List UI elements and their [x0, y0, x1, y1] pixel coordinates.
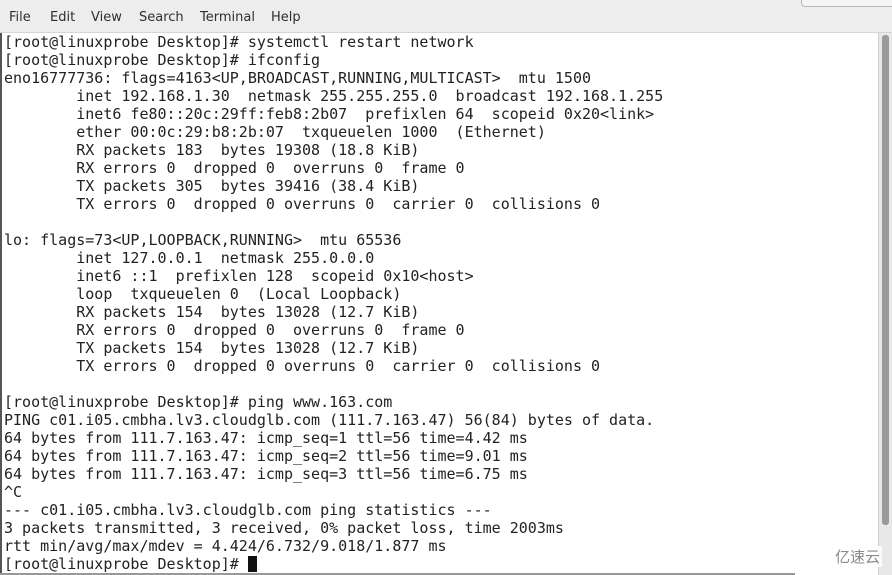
terminal-line: inet6 fe80::20c:29ff:feb8:2b07 prefixlen…: [4, 105, 655, 123]
terminal-line: TX packets 305 bytes 39416 (38.4 KiB): [4, 177, 420, 195]
terminal-line: lo: flags=73<UP,LOOPBACK,RUNNING> mtu 65…: [4, 231, 402, 249]
terminal-line: RX packets 154 bytes 13028 (12.7 KiB): [4, 303, 420, 321]
menu-bar: File Edit View Search Terminal Help: [0, 0, 892, 33]
terminal-line: loop txqueuelen 0 (Local Loopback): [4, 285, 402, 303]
terminal-line: inet 192.168.1.30 netmask 255.255.255.0 …: [4, 87, 664, 105]
menu-help[interactable]: Help: [271, 10, 301, 25]
menu-terminal[interactable]: Terminal: [200, 10, 255, 25]
window-edge: [801, 0, 892, 7]
terminal-line: eno16777736: flags=4163<UP,BROADCAST,RUN…: [4, 69, 591, 87]
terminal-line: [root@linuxprobe Desktop]# ifconfig: [4, 51, 321, 69]
terminal-line: 3 packets transmitted, 3 received, 0% pa…: [4, 519, 564, 537]
menu-search[interactable]: Search: [139, 10, 184, 25]
scrollbar-thumb[interactable]: [882, 35, 889, 525]
terminal-line: RX errors 0 dropped 0 overruns 0 frame 0: [4, 159, 465, 177]
terminal-line: inet6 ::1 prefixlen 128 scopeid 0x10<hos…: [4, 267, 474, 285]
menu-file[interactable]: File: [9, 10, 31, 25]
terminal-line: RX errors 0 dropped 0 overruns 0 frame 0: [4, 321, 465, 339]
terminal-line: 64 bytes from 111.7.163.47: icmp_seq=2 t…: [4, 447, 528, 465]
prompt-line: [root@linuxprobe Desktop]#: [4, 555, 663, 573]
cursor: [247, 556, 257, 572]
terminal-line: ether 00:0c:29:b8:2b:07 txqueuelen 1000 …: [4, 123, 546, 141]
prompt: [root@linuxprobe Desktop]#: [4, 555, 248, 573]
terminal-output[interactable]: [root@linuxprobe Desktop]# systemctl res…: [0, 33, 878, 575]
terminal-line: ^C: [4, 483, 23, 501]
menu-view[interactable]: View: [91, 10, 122, 25]
watermark-logo: 亿速云: [832, 546, 882, 567]
terminal-line: RX packets 183 bytes 19308 (18.8 KiB): [4, 141, 420, 159]
terminal-line: 64 bytes from 111.7.163.47: icmp_seq=3 t…: [4, 465, 528, 483]
terminal-line: [root@linuxprobe Desktop]# systemctl res…: [4, 33, 474, 51]
terminal-line: PING c01.i05.cmbha.lv3.cloudglb.com (111…: [4, 411, 655, 429]
terminal-line: TX packets 154 bytes 13028 (12.7 KiB): [4, 339, 420, 357]
terminal-line: [root@linuxprobe Desktop]# ping www.163.…: [4, 393, 393, 411]
terminal-line: 64 bytes from 111.7.163.47: icmp_seq=1 t…: [4, 429, 528, 447]
terminal-line: inet 127.0.0.1 netmask 255.0.0.0: [4, 249, 375, 267]
terminal-line: --- c01.i05.cmbha.lv3.cloudglb.com ping …: [4, 501, 492, 519]
terminal-lines: [root@linuxprobe Desktop]# systemctl res…: [4, 33, 663, 573]
scrollbar[interactable]: [878, 33, 892, 575]
terminal-line: rtt min/avg/max/mdev = 4.424/6.732/9.018…: [4, 537, 447, 555]
terminal-line: TX errors 0 dropped 0 overruns 0 carrier…: [4, 195, 601, 213]
terminal-line: TX errors 0 dropped 0 overruns 0 carrier…: [4, 357, 601, 375]
menu-edit[interactable]: Edit: [50, 10, 75, 25]
